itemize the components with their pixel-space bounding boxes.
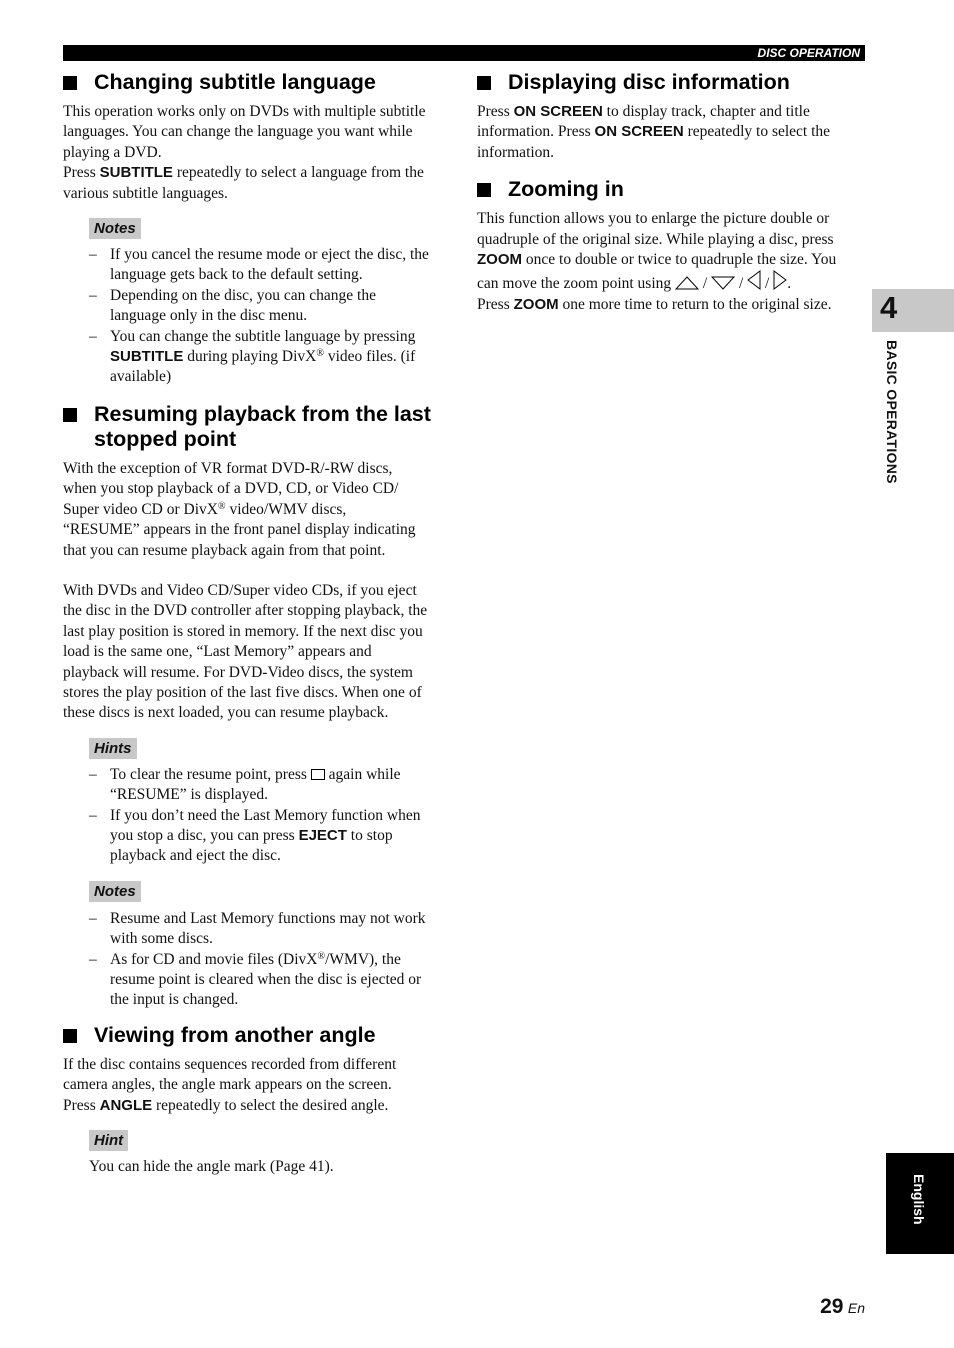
right-column: Displaying disc information Press ON SCR… [477,70,865,315]
angle-hint-text: You can hide the angle mark (Page 41). [89,1158,334,1176]
disc-info-body: Press ON SCREEN to display track, chapte… [477,103,831,161]
left-column: Changing subtitle language This operatio… [63,70,451,1177]
stop-icon [310,768,325,780]
list-item: To clear the resume point, press again w… [89,765,451,806]
up-arrow-icon [675,276,700,290]
chapter-tab: 4 [872,289,954,332]
list-item: Depending on the disc, you can change th… [89,286,451,327]
resume-para-2: With DVDs and Video CD/Super video CDs, … [63,581,428,722]
language-tab: English [886,1153,954,1254]
heading-bullet-icon [63,1028,77,1043]
key-eject: EJECT [298,826,347,844]
subtitle-body: This operation works only on DVDs with m… [63,103,426,202]
hint-label: Hint [89,1130,129,1152]
resume-notes-list: Resume and Last Memory functions may not… [63,909,451,1011]
section-header-title: DISC OPERATION [757,46,860,60]
heading-zooming-in: Zooming in [477,177,865,202]
resume-para-1: With the exception of VR format DVD-R/-R… [63,459,416,559]
heading-bullet-icon [63,76,77,90]
key-on-screen: ON SCREEN [513,103,603,120]
left-arrow-icon [747,270,761,291]
angle-body: If the disc contains sequences recorded … [63,1055,397,1114]
heading-changing-subtitle: Changing subtitle language [63,70,451,95]
zoom-body: This function allows you to enlarge the … [477,210,837,313]
list-item: If you don’t need the Last Memory functi… [89,806,451,867]
header-bar: DISC OPERATION [63,45,865,61]
chapter-label: BASIC OPERATIONS [884,340,900,484]
heading-resuming-playback: Resuming playback from the last stopped p… [63,402,451,452]
page-number: 29 En [820,1295,865,1318]
subtitle-notes-list: If you cancel the resume mode or eject t… [63,245,451,388]
notes-label: Notes [89,218,141,240]
key-angle: ANGLE [99,1096,153,1114]
key-on-screen: ON SCREEN [594,123,684,141]
heading-bullet-icon [477,183,491,198]
key-subtitle: SUBTITLE [99,164,173,182]
heading-bullet-icon [477,76,491,90]
hints-label: Hints [89,737,137,759]
heading-bullet-icon [63,407,77,422]
list-item: Resume and Last Memory functions may not… [89,909,451,950]
heading-viewing-angle: Viewing from another angle [63,1023,451,1048]
chapter-number: 4 [880,290,898,325]
list-item: You can change the subtitle language by … [89,327,451,388]
notes-label: Notes [89,880,141,902]
key-subtitle: SUBTITLE [110,348,184,366]
list-item: If you cancel the resume mode or eject t… [89,245,451,286]
right-arrow-icon [773,270,788,291]
down-arrow-icon [711,276,736,291]
resume-hints-list: To clear the resume point, press again w… [63,765,451,867]
heading-disc-information: Displaying disc information [477,70,865,95]
list-item: As for CD and movie files (DivX®/WMV), t… [89,950,451,1011]
key-zoom: ZOOM [513,295,559,313]
key-zoom: ZOOM [477,251,522,269]
